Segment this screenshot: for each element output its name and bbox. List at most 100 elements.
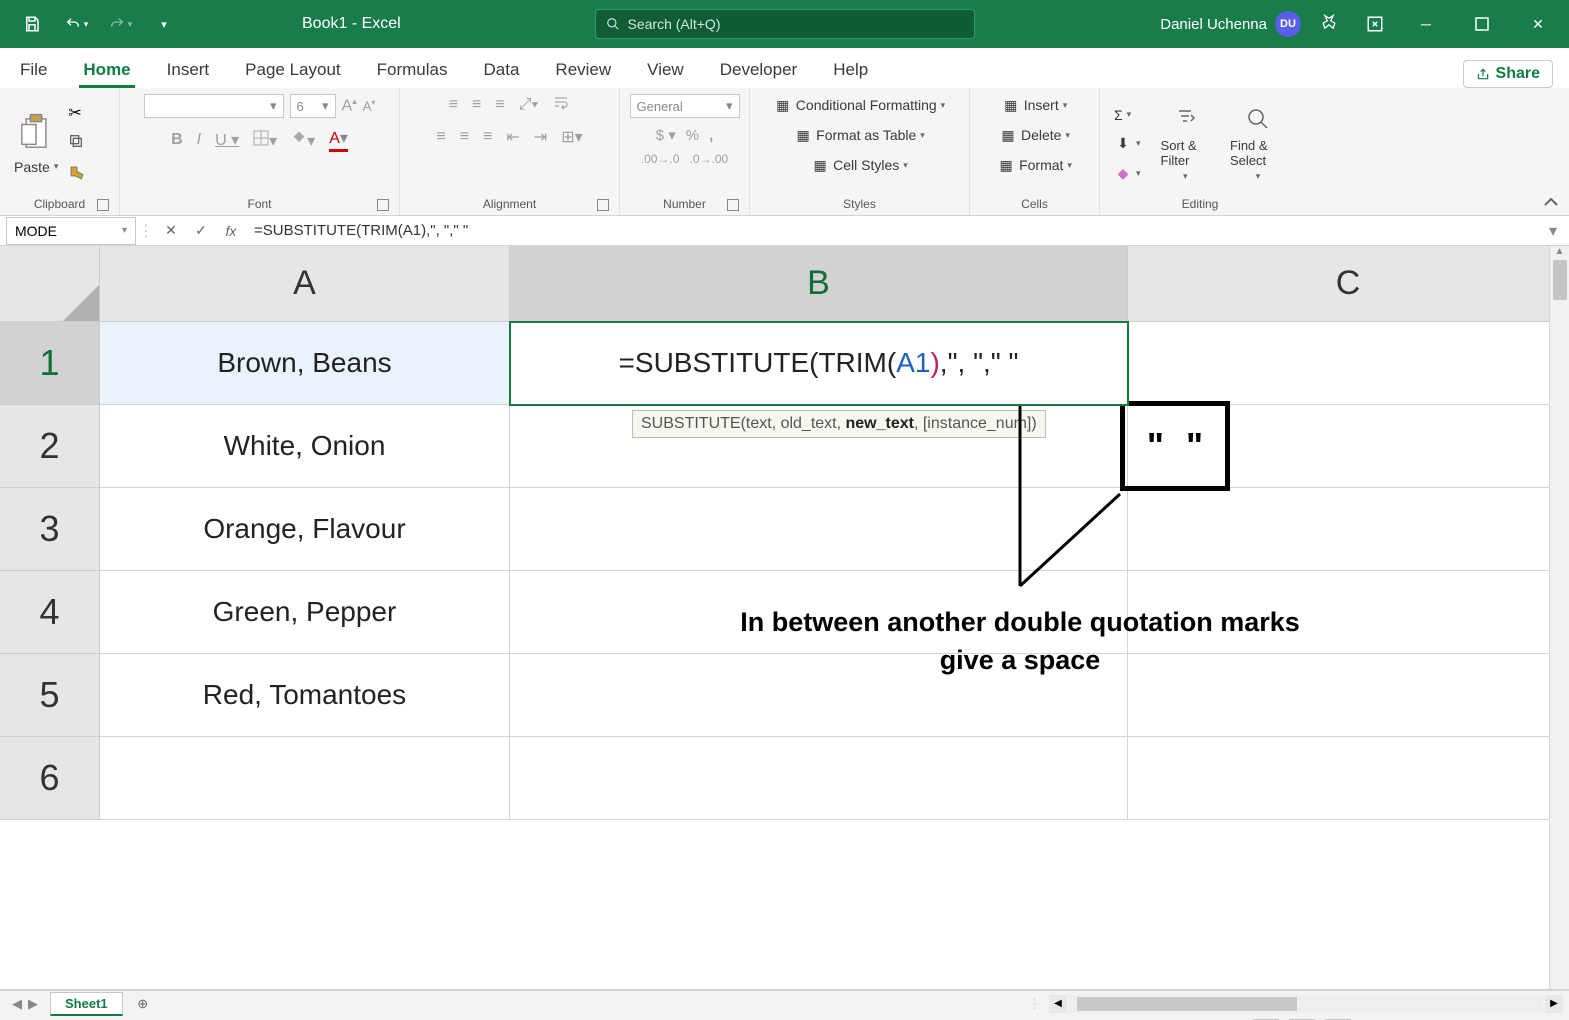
column-header-C[interactable]: C — [1128, 246, 1569, 322]
sort-filter-button[interactable]: Sort & Filter▾ — [1157, 137, 1214, 183]
cell-styles-button[interactable]: ▦Cell Styles▾ — [807, 154, 912, 176]
qat-customize-button[interactable]: ▾ — [146, 6, 182, 42]
conditional-formatting-button[interactable]: ▦Conditional Formatting▾ — [770, 94, 949, 116]
row-header-1[interactable]: 1 — [0, 322, 100, 405]
borders-button[interactable]: ▾ — [253, 130, 277, 151]
row-header-2[interactable]: 2 — [0, 405, 100, 488]
decrease-indent-icon[interactable]: ⇤ — [506, 127, 519, 147]
align-bottom-icon[interactable]: ≡ — [495, 96, 504, 114]
sheet-nav-next[interactable]: ▶ — [28, 996, 38, 1012]
font-name-select[interactable]: ▾ — [144, 94, 284, 118]
format-cells-button[interactable]: ▦Format▾ — [993, 154, 1076, 176]
tab-home[interactable]: Home — [79, 52, 134, 88]
redo-button[interactable]: ▾ — [102, 6, 138, 42]
percent-format-icon[interactable]: % — [686, 127, 699, 144]
tab-page-layout[interactable]: Page Layout — [241, 52, 344, 88]
cell-B6[interactable] — [510, 737, 1128, 820]
tab-developer[interactable]: Developer — [716, 52, 802, 88]
bold-button[interactable]: B — [171, 131, 183, 149]
alignment-dialog-icon[interactable] — [597, 199, 609, 211]
delete-cells-button[interactable]: ▦Delete▾ — [995, 124, 1074, 146]
cancel-formula-button[interactable]: ✕ — [156, 222, 186, 239]
undo-button[interactable]: ▾ — [58, 6, 94, 42]
merge-center-icon[interactable]: ⊞▾ — [561, 127, 582, 147]
coming-soon-icon[interactable] — [1311, 6, 1347, 42]
share-button[interactable]: Share — [1463, 60, 1553, 88]
tab-data[interactable]: Data — [480, 52, 524, 88]
paste-icon[interactable] — [19, 113, 53, 153]
cut-icon[interactable]: ✂ — [68, 103, 86, 123]
worksheet-grid[interactable]: A B C 1 Brown, Beans =SUBSTITUTE(TRIM(A1… — [0, 246, 1569, 990]
select-all-corner[interactable] — [0, 246, 100, 322]
comma-format-icon[interactable]: , — [709, 127, 713, 144]
cell-A4[interactable]: Green, Pepper — [100, 571, 510, 654]
cell-B1[interactable]: =SUBSTITUTE(TRIM(A1),", "," " — [510, 322, 1128, 405]
cell-A2[interactable]: White, Onion — [100, 405, 510, 488]
font-dialog-icon[interactable] — [377, 199, 389, 211]
font-size-select[interactable]: 6▾ — [290, 94, 336, 118]
increase-indent-icon[interactable]: ⇥ — [534, 127, 547, 147]
collapse-ribbon-button[interactable] — [1543, 88, 1569, 215]
ribbon-mode-icon[interactable] — [1357, 6, 1393, 42]
name-box[interactable]: MODE▾ — [6, 217, 136, 245]
copy-icon[interactable] — [68, 133, 86, 154]
tab-insert[interactable]: Insert — [163, 52, 214, 88]
cell-A3[interactable]: Orange, Flavour — [100, 488, 510, 571]
orientation-icon[interactable]: ⤢▾ — [519, 96, 539, 114]
decrease-font-icon[interactable]: A▾ — [363, 98, 376, 113]
increase-decimal-icon[interactable]: .00→.0 — [641, 152, 680, 166]
number-format-select[interactable]: General▾ — [630, 94, 740, 118]
decrease-decimal-icon[interactable]: .0→.00 — [690, 152, 729, 166]
add-sheet-button[interactable]: ⊕ — [131, 992, 155, 1016]
fx-button[interactable]: fx — [216, 223, 246, 239]
number-dialog-icon[interactable] — [727, 199, 739, 211]
format-as-table-button[interactable]: ▦Format as Table▾ — [790, 124, 929, 146]
increase-font-icon[interactable]: A▴ — [342, 96, 357, 115]
save-icon[interactable] — [14, 6, 50, 42]
clear-button[interactable]: ◆▾ — [1110, 163, 1145, 185]
tab-view[interactable]: View — [643, 52, 688, 88]
format-painter-icon[interactable] — [68, 164, 86, 187]
italic-button[interactable]: I — [197, 131, 201, 149]
align-right-icon[interactable]: ≡ — [483, 128, 492, 146]
align-middle-icon[interactable]: ≡ — [472, 96, 481, 114]
tab-review[interactable]: Review — [551, 52, 615, 88]
search-input[interactable]: Search (Alt+Q) — [595, 9, 975, 39]
fill-color-button[interactable]: ▾ — [291, 130, 315, 151]
cell-B3[interactable] — [510, 488, 1128, 571]
minimize-button[interactable]: ─ — [1403, 0, 1449, 48]
maximize-button[interactable] — [1459, 0, 1505, 48]
tab-formulas[interactable]: Formulas — [373, 52, 452, 88]
tab-file[interactable]: File — [16, 52, 51, 88]
formula-input[interactable]: =SUBSTITUTE(TRIM(A1),", "," " — [246, 222, 1549, 239]
expand-formula-bar-button[interactable]: ▾ — [1549, 221, 1569, 241]
cell-A5[interactable]: Red, Tomantoes — [100, 654, 510, 737]
fill-button[interactable]: ⬇▾ — [1110, 133, 1145, 155]
wrap-text-icon[interactable] — [552, 94, 570, 115]
cell-C6[interactable] — [1128, 737, 1569, 820]
align-top-icon[interactable]: ≡ — [449, 96, 458, 114]
row-header-4[interactable]: 4 — [0, 571, 100, 654]
accounting-format-icon[interactable]: $ ▾ — [656, 126, 676, 144]
row-header-3[interactable]: 3 — [0, 488, 100, 571]
font-color-button[interactable]: A▾ — [329, 128, 348, 152]
user-account[interactable]: Daniel Uchenna DU — [1160, 11, 1301, 37]
row-header-5[interactable]: 5 — [0, 654, 100, 737]
sheet-nav-prev[interactable]: ◀ — [12, 996, 22, 1012]
paste-button[interactable]: Paste▾ — [10, 157, 62, 177]
cell-C1[interactable] — [1128, 322, 1569, 405]
cell-A1[interactable]: Brown, Beans — [100, 322, 510, 405]
enter-formula-button[interactable]: ✓ — [186, 222, 216, 239]
clipboard-dialog-icon[interactable] — [97, 199, 109, 211]
vertical-scrollbar[interactable]: ▲ — [1549, 246, 1569, 989]
row-header-6[interactable]: 6 — [0, 737, 100, 820]
align-center-icon[interactable]: ≡ — [460, 128, 469, 146]
underline-button[interactable]: U ▾ — [215, 130, 239, 150]
tab-help[interactable]: Help — [829, 52, 872, 88]
align-left-icon[interactable]: ≡ — [436, 128, 445, 146]
find-select-button[interactable]: Find & Select▾ — [1226, 137, 1290, 183]
cell-C3[interactable] — [1128, 488, 1569, 571]
insert-cells-button[interactable]: ▦Insert▾ — [998, 94, 1072, 116]
column-header-A[interactable]: A — [100, 246, 510, 322]
autosum-button[interactable]: Σ ▾ — [1110, 105, 1145, 125]
